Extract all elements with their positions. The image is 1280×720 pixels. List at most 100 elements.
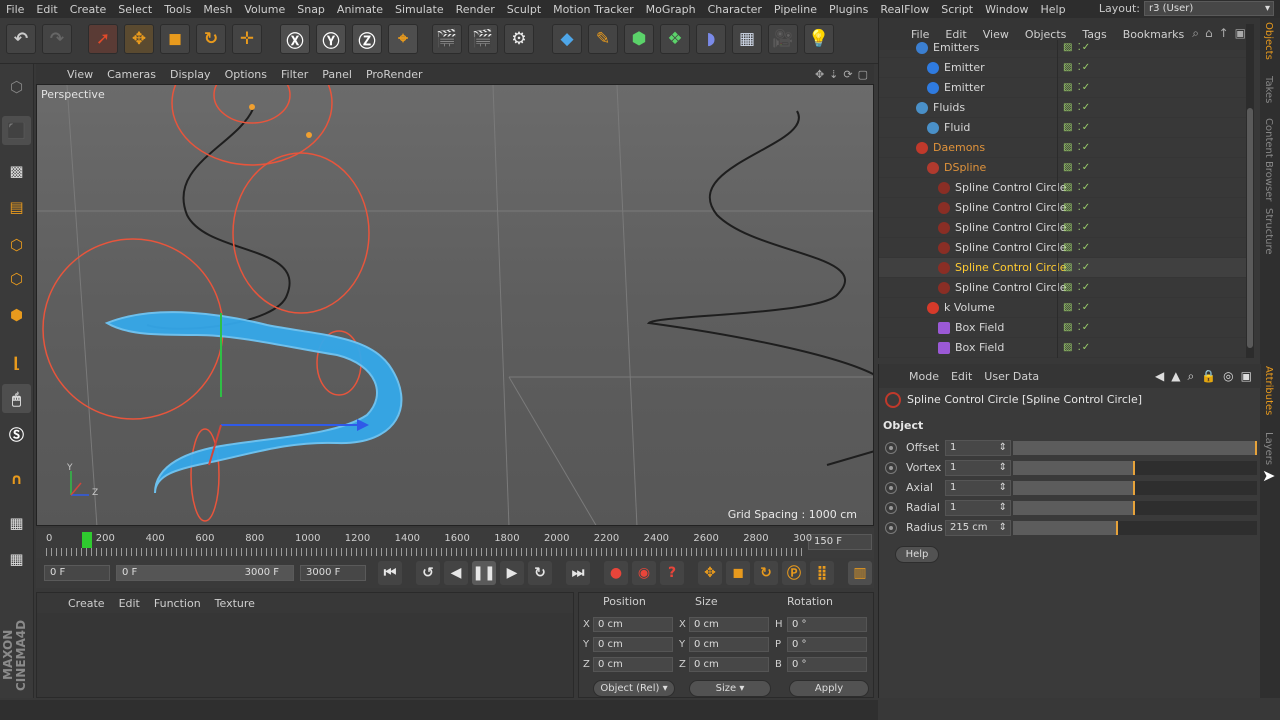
viewport-menu-prorender[interactable]: ProRender: [359, 68, 430, 81]
object-menu-tags[interactable]: Tags: [1074, 28, 1114, 41]
go-to-end-icon[interactable]: ⏭: [566, 561, 590, 585]
object-name[interactable]: Box Field: [955, 321, 1004, 334]
rotate-tool-icon[interactable]: ↻: [196, 24, 226, 54]
subdivision-icon[interactable]: ⬢: [624, 24, 654, 54]
visibility-check-icon[interactable]: ▨ ⁚✓: [1063, 42, 1091, 53]
param-slider[interactable]: [1013, 521, 1257, 535]
coordinate-mode-select[interactable]: Object (Rel) ▾: [593, 680, 675, 697]
visibility-check-icon[interactable]: ▨ ⁚✓: [1063, 182, 1091, 193]
help-button[interactable]: Help: [895, 546, 939, 563]
animate-radio-icon[interactable]: [885, 442, 897, 454]
side-tab-structure[interactable]: Structure: [1263, 208, 1274, 255]
visibility-check-icon[interactable]: ▨ ⁚✓: [1063, 322, 1091, 333]
menu-render[interactable]: Render: [450, 3, 501, 16]
back-arrow-icon[interactable]: ◀: [1155, 369, 1164, 384]
object-name[interactable]: Emitter: [944, 61, 985, 74]
current-frame-field[interactable]: 0 F: [44, 565, 110, 581]
search-icon[interactable]: ⌕: [1187, 369, 1194, 384]
previous-frame-icon[interactable]: ◀: [444, 561, 468, 585]
x-axis-lock-icon[interactable]: Ⓧ: [280, 24, 310, 54]
object-name[interactable]: Spline Control Circle: [955, 241, 1066, 254]
object-name[interactable]: Spline Control Circle: [955, 261, 1066, 274]
object-tree-row[interactable]: Emitters ▨ ⁚✓: [879, 40, 1249, 58]
side-tab-takes[interactable]: Takes: [1263, 76, 1274, 103]
position-field[interactable]: 0 cm: [593, 637, 673, 652]
orbit-icon[interactable]: ⟳: [843, 68, 852, 81]
tweak-mode-icon[interactable]: 🖱: [2, 384, 31, 413]
object-tree-row[interactable]: Spline Control Circle ▨ ⁚✓: [879, 198, 1249, 218]
edges-mode-icon[interactable]: ⬡: [2, 264, 31, 293]
rotation-field[interactable]: 0 °: [787, 657, 867, 672]
select-tool-icon[interactable]: ➚: [88, 24, 118, 54]
object-tree-row[interactable]: Emitter ▨ ⁚✓: [879, 78, 1249, 98]
menu-select[interactable]: Select: [112, 3, 158, 16]
render-to-picture-viewer-icon[interactable]: 🎬: [468, 24, 498, 54]
move-tool-icon[interactable]: ✥: [124, 24, 154, 54]
model-mode-icon[interactable]: ⬛: [2, 116, 31, 145]
param-value-field[interactable]: 1 ⇕: [945, 500, 1011, 516]
param-value-field[interactable]: 1 ⇕: [945, 460, 1011, 476]
side-tab-attributes[interactable]: Attributes: [1263, 366, 1274, 415]
up-arrow-icon[interactable]: ↑: [1219, 26, 1229, 41]
menu-volume[interactable]: Volume: [238, 3, 291, 16]
material-menu-create[interactable]: Create: [61, 597, 112, 610]
object-tree-row[interactable]: Fluid ▨ ⁚✓: [879, 118, 1249, 138]
axis-mode-icon[interactable]: ⌊: [2, 348, 31, 377]
visibility-check-icon[interactable]: ▨ ⁚✓: [1063, 122, 1091, 133]
param-value-field[interactable]: 215 cm ⇕: [945, 520, 1011, 536]
live-selection-icon[interactable]: ✛: [232, 24, 262, 54]
render-view-icon[interactable]: 🎬: [432, 24, 462, 54]
pen-spline-icon[interactable]: ✎: [588, 24, 618, 54]
rotation-field[interactable]: 0 °: [787, 617, 867, 632]
floor-icon[interactable]: ▦: [732, 24, 762, 54]
key-parameter-icon[interactable]: Ⓟ: [782, 561, 806, 585]
menu-plugins[interactable]: Plugins: [823, 3, 874, 16]
attribute-menu-user-data[interactable]: User Data: [978, 370, 1045, 383]
menu-help[interactable]: Help: [1035, 3, 1072, 16]
object-tree-row[interactable]: Fluids ▨ ⁚✓: [879, 98, 1249, 118]
menu-motion-tracker[interactable]: Motion Tracker: [547, 3, 639, 16]
side-tab-content-browser[interactable]: Content Browser: [1263, 118, 1274, 201]
menu-character[interactable]: Character: [702, 3, 768, 16]
cloner-icon[interactable]: ❖: [660, 24, 690, 54]
scrollbar-thumb[interactable]: [1247, 108, 1253, 348]
menu-realflow[interactable]: RealFlow: [874, 3, 935, 16]
menu-script[interactable]: Script: [935, 3, 979, 16]
stepper-icon[interactable]: ⇕: [999, 521, 1007, 535]
autokey-icon[interactable]: ◉: [632, 561, 656, 585]
snap-icon[interactable]: Ⓢ: [2, 420, 31, 449]
scale-tool-icon[interactable]: ◼: [160, 24, 190, 54]
rotation-field[interactable]: 0 °: [787, 637, 867, 652]
visibility-check-icon[interactable]: ▨ ⁚✓: [1063, 62, 1091, 73]
object-name[interactable]: DSpline: [944, 161, 986, 174]
redo-icon[interactable]: ↷: [42, 24, 72, 54]
timeline-ruler[interactable]: 150 F 0 200 400 600 800 1000 1200 1400 1600 1800 2…: [36, 528, 874, 558]
viewport-menu-options[interactable]: Options: [218, 68, 274, 81]
visibility-check-icon[interactable]: ▨ ⁚✓: [1063, 202, 1091, 213]
visibility-check-icon[interactable]: ▨ ⁚✓: [1063, 342, 1091, 353]
param-slider[interactable]: [1013, 441, 1257, 455]
menu-edit[interactable]: Edit: [30, 3, 63, 16]
object-tree-row[interactable]: Spline Control Circle ▨ ⁚✓: [879, 218, 1249, 238]
visibility-check-icon[interactable]: ▨ ⁚✓: [1063, 222, 1091, 233]
attribute-menu-edit[interactable]: Edit: [945, 370, 978, 383]
object-menu-objects[interactable]: Objects: [1017, 28, 1075, 41]
end-frame-field[interactable]: 150 F: [808, 534, 872, 550]
visibility-check-icon[interactable]: ▨ ⁚✓: [1063, 82, 1091, 93]
menu-mograph[interactable]: MoGraph: [640, 3, 702, 16]
pause-icon[interactable]: ❚❚: [472, 561, 496, 585]
object-name[interactable]: k Volume: [944, 301, 995, 314]
object-name[interactable]: Emitters: [933, 41, 979, 54]
object-name[interactable]: Fluids: [933, 101, 965, 114]
menu-sculpt[interactable]: Sculpt: [501, 3, 547, 16]
up-arrow-icon[interactable]: ▲: [1171, 369, 1180, 384]
max-frame-field[interactable]: 3000 F: [300, 565, 366, 581]
next-frame-icon[interactable]: ▶: [500, 561, 524, 585]
perspective-viewport[interactable]: Perspective Y Z Grid Spacing : 1000 cm: [36, 84, 874, 526]
timeline-playhead[interactable]: [82, 532, 92, 548]
object-menu-file[interactable]: File: [903, 28, 937, 41]
menu-simulate[interactable]: Simulate: [389, 3, 450, 16]
object-name[interactable]: Daemons: [933, 141, 985, 154]
object-tree-row[interactable]: Spline Control Circle ▨ ⁚✓: [879, 258, 1249, 278]
light-icon[interactable]: 💡: [804, 24, 834, 54]
